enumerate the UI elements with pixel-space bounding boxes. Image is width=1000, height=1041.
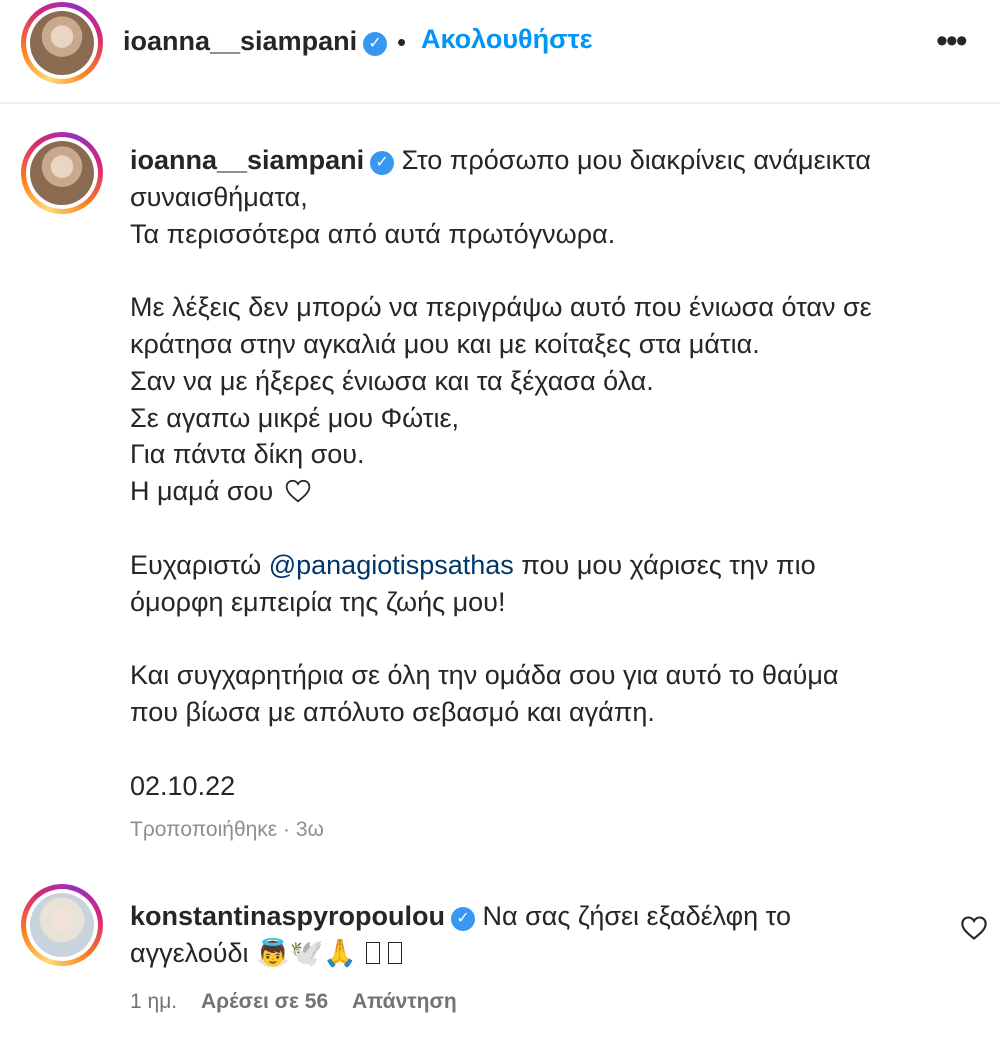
follow-button[interactable]: Ακολουθήστε	[421, 24, 592, 55]
caption-line: Τα περισσότερα από αυτά πρωτόγνωρα.	[130, 218, 616, 249]
comment-text-line: Να σας ζήσει εξαδέλφη το	[482, 901, 791, 931]
caption-line: Σαν να με ήξερες ένιωσα και τα ξέχασα όλ…	[130, 365, 654, 396]
caption-thanks-suffix: που μου χάρισες την πιο	[513, 549, 816, 580]
caption-line: συναισθήματα,	[130, 181, 308, 212]
verified-badge-icon: ✓	[451, 907, 476, 931]
post-caption: ioanna__siampani ✓ Στο πρόσωπο μου διακρί…	[130, 142, 960, 804]
caption-line: Και συγχαρητήρια σε όλη την ομάδα σου γι…	[130, 660, 839, 691]
caption-avatar[interactable]	[21, 132, 103, 214]
caption-line: κράτησα στην αγκαλιά μου και με κοίταξες…	[130, 328, 760, 359]
commenter-avatar[interactable]	[21, 884, 103, 966]
author-avatar[interactable]	[21, 2, 103, 84]
post-header: ioanna__siampani ✓ • Ακολουθήστε •••	[0, 0, 1000, 104]
missing-glyph-icon	[366, 941, 381, 964]
mention-link[interactable]: @panagiotispsathas	[269, 550, 514, 580]
verified-badge-icon: ✓	[363, 32, 388, 56]
edited-timestamp[interactable]: Τροποποιήθηκε · 3ω	[130, 818, 324, 842]
missing-glyph-icon	[387, 941, 402, 964]
more-options-icon[interactable]: •••	[936, 22, 968, 61]
heart-emoji-icon	[285, 480, 311, 503]
heart-outline-icon[interactable]	[960, 914, 988, 942]
comment: konstantinaspyropoulou ✓ Να σας ζήσει εξα…	[130, 898, 930, 972]
caption-thanks-prefix: Ευχαριστώ	[130, 549, 269, 580]
caption-mom-line: Η μαμά σου	[130, 476, 274, 507]
comment-text-line: αγγελούδι 👼🕊️🙏	[130, 937, 357, 968]
comment-username[interactable]: konstantinaspyropoulou	[130, 901, 445, 931]
caption-line: που βίωσα με απόλυτο σεβασμό και αγάπη.	[130, 696, 655, 727]
caption-line: Για πάντα δίκη σου.	[130, 439, 365, 470]
caption-first-line: Στο πρόσωπο μου διακρίνεις ανάμεικτα	[401, 145, 872, 175]
reply-button[interactable]: Απάντηση	[352, 990, 457, 1013]
separator-dot: •	[397, 27, 407, 57]
caption-line: Σε αγαπω μικρέ μου Φώτιε,	[130, 402, 460, 433]
comment-time[interactable]: 1 ημ.	[130, 990, 177, 1013]
comment-actions: 1 ημ. Αρέσει σε 56 Απάντηση	[130, 990, 475, 1014]
caption-date: 02.10.22	[130, 770, 236, 801]
comment-likes[interactable]: Αρέσει σε 56	[201, 990, 328, 1013]
caption-username[interactable]: ioanna__siampani	[130, 145, 364, 175]
caption-line: Με λέξεις δεν μπορώ να περιγράψω αυτό πο…	[130, 292, 872, 323]
author-username[interactable]: ioanna__siampani ✓	[123, 26, 388, 57]
verified-badge-icon: ✓	[370, 151, 395, 175]
caption-line: όμορφη εμπειρία της ζωής μου!	[130, 586, 506, 617]
